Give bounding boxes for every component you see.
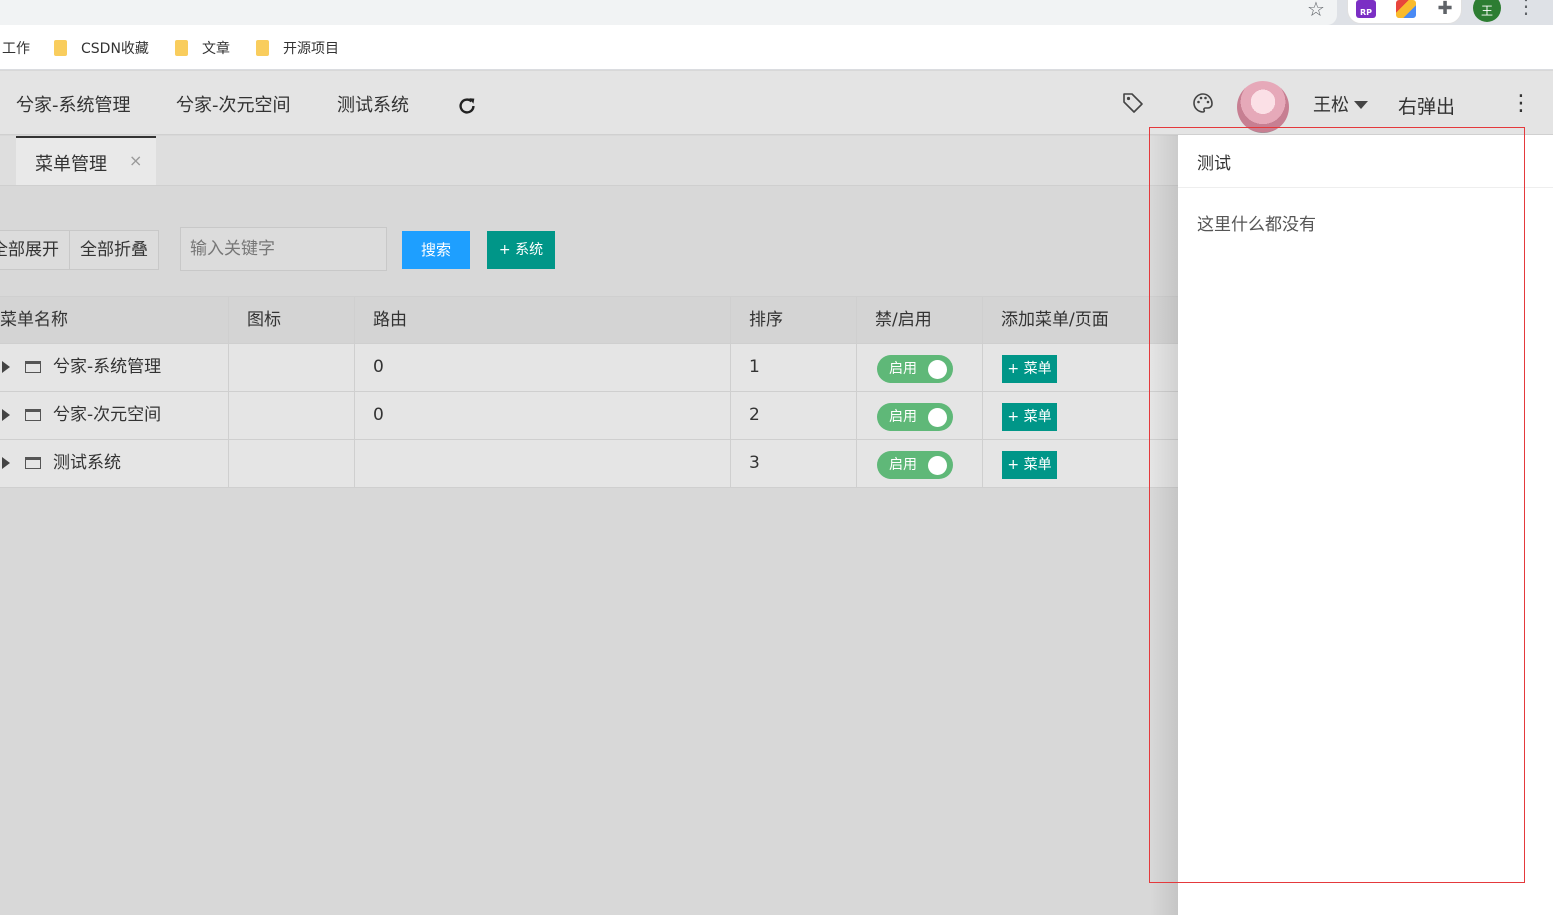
toggle-knob	[928, 456, 947, 475]
add-menu-button[interactable]: + 菜单	[1002, 355, 1057, 383]
route-cell	[355, 440, 731, 488]
bookmark-label: 工作	[2, 41, 30, 57]
color-extension-icon[interactable]	[1396, 0, 1416, 18]
bookmark-label: 文章	[202, 41, 230, 57]
status-toggle[interactable]: 启用	[877, 451, 953, 479]
nav-system-management[interactable]: 兮家-系统管理	[16, 91, 131, 117]
table-row: 兮家-系统管理 0 1 启用 + 菜单	[0, 344, 1180, 392]
bookmark-articles[interactable]: 文章	[175, 38, 230, 58]
user-avatar[interactable]	[1237, 81, 1289, 133]
right-popup-button[interactable]: 右弹出	[1398, 92, 1455, 119]
rp-extension-icon[interactable]: RP	[1356, 0, 1376, 18]
close-icon[interactable]: ×	[129, 151, 142, 170]
expand-all-button[interactable]: 全部展开	[0, 230, 70, 270]
table-header: 菜单名称 图标 路由 排序 禁/启用 添加菜单/页面	[0, 296, 1180, 345]
bookmark-star-icon[interactable]: ☆	[1304, 0, 1328, 20]
expand-collapse-group: 全部展开 全部折叠	[0, 230, 159, 270]
browser-address-area	[0, 0, 1337, 25]
window-icon	[25, 457, 41, 469]
icon-cell	[229, 392, 355, 440]
app-header: 兮家-系统管理 兮家-次元空间 测试系统 王松 右弹出 ⋮	[0, 71, 1553, 135]
bookmark-label: 开源项目	[283, 41, 339, 57]
add-menu-button[interactable]: + 菜单	[1002, 451, 1057, 479]
route-cell: 0	[355, 392, 731, 440]
menu-name-cell: 兮家-系统管理	[0, 344, 229, 392]
menu-table: 菜单名称 图标 路由 排序 禁/启用 添加菜单/页面 兮家-系统管理 0 1 启…	[0, 296, 1180, 488]
icon-cell	[229, 440, 355, 488]
menu-name: 兮家-系统管理	[53, 357, 162, 377]
bookmark-csdn[interactable]: CSDN收藏	[54, 38, 149, 58]
menu-name: 测试系统	[53, 453, 121, 473]
order-cell: 1	[731, 344, 857, 392]
status-toggle[interactable]: 启用	[877, 403, 953, 431]
expand-arrow-icon[interactable]	[2, 457, 10, 469]
expand-arrow-icon[interactable]	[2, 409, 10, 421]
column-header: 路由	[355, 297, 731, 345]
bookmark-label: CSDN收藏	[81, 41, 149, 57]
icon-cell	[229, 344, 355, 392]
menu-name-cell: 兮家-次元空间	[0, 392, 229, 440]
bookmark-work[interactable]: 工作	[2, 38, 30, 58]
status-toggle[interactable]: 启用	[877, 355, 953, 383]
window-icon	[25, 361, 41, 373]
add-system-button[interactable]: + 系统	[487, 231, 555, 269]
popup-divider	[1178, 187, 1553, 188]
user-name[interactable]: 王松	[1313, 91, 1349, 117]
order-cell: 2	[731, 392, 857, 440]
toggle-knob	[928, 360, 947, 379]
add-menu-button[interactable]: + 菜单	[1002, 403, 1057, 431]
tab-label: 菜单管理	[35, 154, 107, 175]
expand-arrow-icon[interactable]	[2, 361, 10, 373]
toggle-label: 启用	[889, 361, 917, 377]
status-cell: 启用	[857, 344, 983, 392]
popup-title: 测试	[1197, 154, 1231, 174]
route-cell: 0	[355, 344, 731, 392]
keyword-search-input[interactable]	[180, 227, 387, 271]
toggle-label: 启用	[889, 457, 917, 473]
status-cell: 启用	[857, 440, 983, 488]
bookmark-opensource[interactable]: 开源项目	[256, 38, 339, 58]
puzzle-icon[interactable]: ✚	[1435, 0, 1455, 18]
column-header: 图标	[229, 297, 355, 345]
collapse-all-button[interactable]: 全部折叠	[70, 230, 159, 270]
refresh-icon[interactable]	[456, 95, 478, 117]
toggle-label: 启用	[889, 409, 917, 425]
menu-name: 兮家-次元空间	[53, 405, 162, 425]
folder-icon	[54, 40, 67, 56]
table-row: 测试系统 3 启用 + 菜单	[0, 440, 1180, 488]
bookmarks-bar: 工作 CSDN收藏 文章 开源项目	[0, 25, 1553, 70]
folder-icon	[256, 40, 269, 56]
column-header: 禁/启用	[857, 297, 983, 345]
search-button[interactable]: 搜索	[402, 231, 470, 269]
table-row: 兮家-次元空间 0 2 启用 + 菜单	[0, 392, 1180, 440]
column-header: 排序	[731, 297, 857, 345]
folder-icon	[175, 40, 188, 56]
tab-menu-management[interactable]: 菜单管理 ×	[16, 136, 156, 185]
tag-icon[interactable]	[1121, 91, 1145, 115]
nav-test-system[interactable]: 测试系统	[337, 91, 409, 117]
chevron-down-icon[interactable]	[1354, 101, 1368, 109]
toggle-knob	[928, 408, 947, 427]
nav-dimension-space[interactable]: 兮家-次元空间	[176, 91, 291, 117]
palette-icon[interactable]	[1191, 91, 1215, 115]
column-header: 菜单名称	[0, 297, 229, 345]
menu-name-cell: 测试系统	[0, 440, 229, 488]
popup-body: 这里什么都没有	[1197, 215, 1316, 235]
browser-menu-icon[interactable]: ⋮	[1516, 0, 1536, 16]
more-vertical-icon[interactable]: ⋮	[1510, 93, 1532, 117]
window-icon	[25, 409, 41, 421]
status-cell: 启用	[857, 392, 983, 440]
right-popup-drawer: 测试 这里什么都没有	[1178, 135, 1553, 915]
order-cell: 3	[731, 440, 857, 488]
